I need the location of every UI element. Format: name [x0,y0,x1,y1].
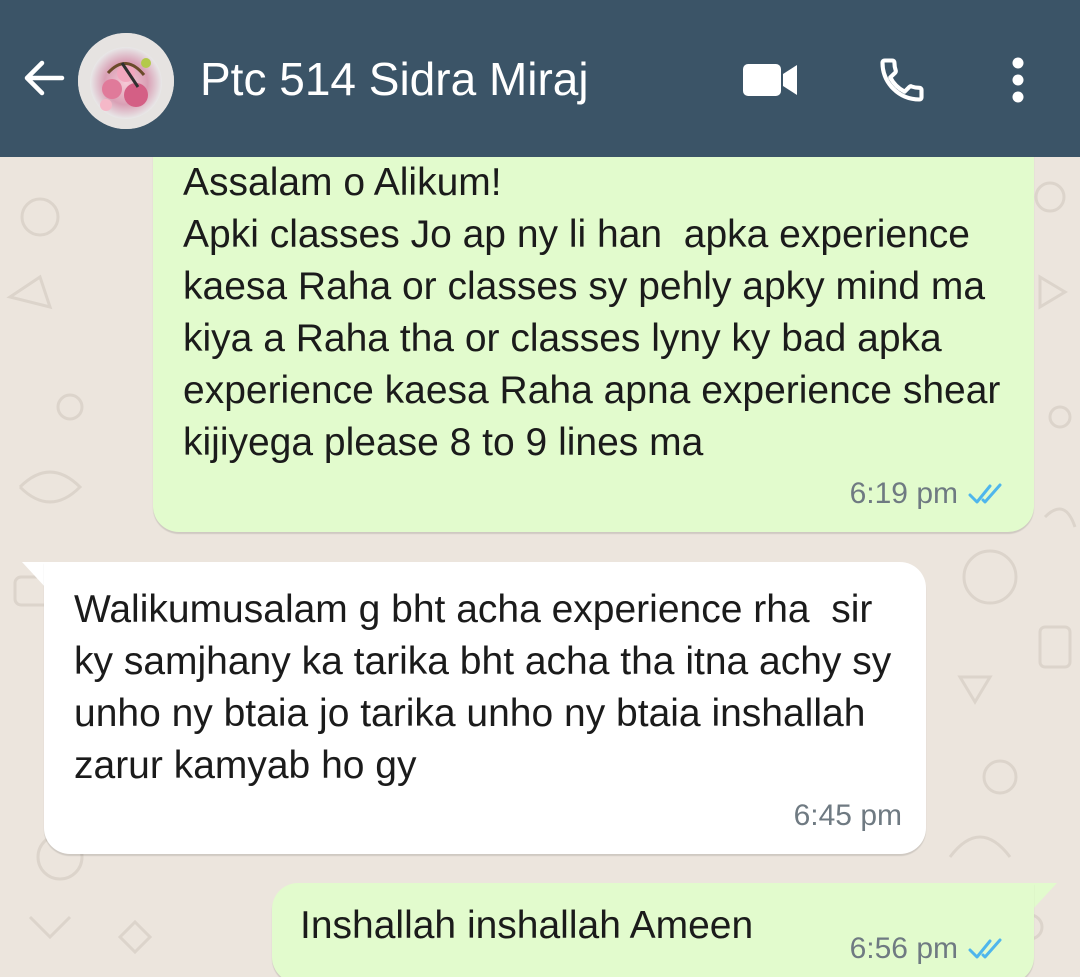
message-text: Assalam o Alikum! Apki classes Jo ap ny … [183,161,1001,464]
video-call-button[interactable] [740,52,800,108]
bubble-tail [22,562,46,588]
chat-header: Ptc 514 Sidra Miraj [0,0,1080,157]
avatar-image [78,33,174,129]
message-time: 6:56 pm [849,932,958,965]
message-text: Inshallah inshallah Ameen [300,904,754,947]
message-time: 6:19 pm [849,477,958,510]
more-options-button[interactable] [990,52,1046,108]
message-time: 6:45 pm [793,799,902,832]
bubble-tail [1033,883,1057,909]
more-vertical-icon [1012,57,1024,103]
message-meta: 6:19 pm [850,468,1010,520]
message-bubble-incoming[interactable]: Walikumusalam g bht acha experience rha … [44,562,926,854]
phone-icon [880,58,924,102]
message-bubble-outgoing[interactable]: Assalam o Alikum! Apki classes Jo ap ny … [153,157,1034,532]
message-meta: 6:56 pm [850,923,1010,975]
message-meta: 6:45 pm [794,790,902,842]
message-bubble-outgoing[interactable]: Inshallah inshallah Ameen 6:56 pm [272,883,1034,977]
contact-name[interactable]: Ptc 514 Sidra Miraj [200,52,589,106]
voice-call-button[interactable] [872,52,932,108]
video-camera-icon [743,64,797,96]
back-button[interactable] [18,52,70,104]
double-check-read-icon [968,937,1010,961]
message-text: Walikumusalam g bht acha experience rha … [74,588,903,787]
arrow-left-icon [24,60,65,96]
double-check-read-icon [968,482,1010,506]
contact-avatar[interactable] [78,33,174,129]
chat-area[interactable]: Assalam o Alikum! Apki classes Jo ap ny … [0,157,1080,977]
